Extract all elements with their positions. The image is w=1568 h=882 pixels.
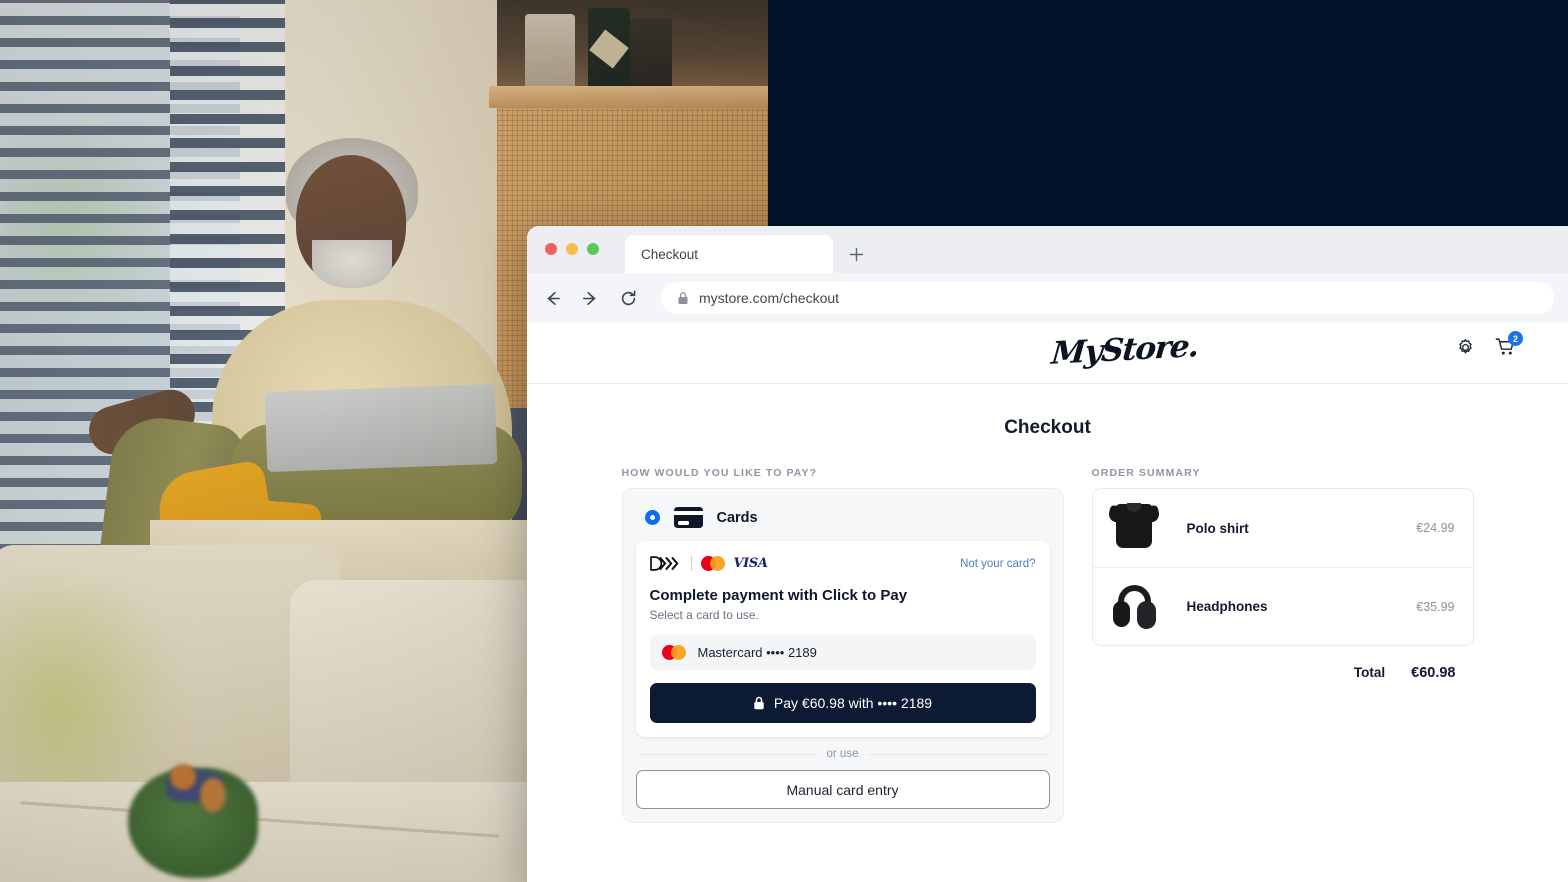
- table-row: Headphones €35.99: [1092, 567, 1473, 645]
- logo-divider: [690, 556, 692, 571]
- order-summary-label: ORDER SUMMARY: [1091, 467, 1201, 479]
- payment-method-cards[interactable]: Cards: [636, 502, 1050, 541]
- new-tab-button[interactable]: [833, 235, 879, 273]
- saved-card-label: Mastercard •••• 2189: [697, 645, 817, 660]
- order-total-row: Total €60.98: [1092, 665, 1474, 681]
- headphones-image: [1111, 581, 1157, 633]
- window-controls[interactable]: [545, 243, 599, 255]
- desktop-background: Checkout mystore.com/checkout MyStore. 2…: [0, 0, 1568, 882]
- close-window-button[interactable]: [545, 243, 557, 255]
- reload-icon[interactable]: [617, 287, 639, 309]
- cart-icon[interactable]: 2: [1495, 331, 1523, 362]
- lock-icon: [678, 292, 688, 304]
- saved-card-row[interactable]: Mastercard •••• 2189: [649, 635, 1036, 670]
- manual-card-entry-label: Manual card entry: [786, 781, 899, 798]
- item-price: €35.99: [1416, 599, 1455, 614]
- header-icon-group: 2: [1456, 331, 1523, 362]
- or-use-label: or use: [826, 748, 859, 760]
- page-content: MyStore. 2 Checkout HOW WOULD YOU LIKE T…: [527, 323, 1568, 882]
- cart-count-badge: 2: [1508, 331, 1523, 346]
- browser-url-bar: mystore.com/checkout: [527, 273, 1568, 323]
- mastercard-icon: [661, 645, 686, 660]
- brand-logo-row: VISA: [649, 556, 768, 571]
- payment-column: HOW WOULD YOU LIKE TO PAY? Cards VISA No…: [621, 467, 1064, 823]
- payment-section-label: HOW WOULD YOU LIKE TO PAY?: [621, 467, 818, 479]
- order-summary-column: ORDER SUMMARY Polo shirt €24.99 Headphon…: [1091, 467, 1474, 823]
- url-text: mystore.com/checkout: [699, 290, 840, 306]
- table-row: Polo shirt €24.99: [1093, 489, 1473, 567]
- pay-button-label: Pay €60.98 with •••• 2189: [773, 695, 933, 711]
- browser-window: Checkout mystore.com/checkout MyStore. 2…: [527, 226, 1568, 882]
- credit-card-icon: [673, 507, 703, 528]
- radio-cards-selected[interactable]: [644, 510, 660, 525]
- plus-icon: [849, 247, 863, 261]
- visa-icon: VISA: [733, 556, 768, 571]
- click-to-pay-title: Complete payment with Click to Pay: [649, 587, 908, 604]
- browser-tab-bar: Checkout: [527, 226, 1568, 273]
- not-your-card-link[interactable]: Not your card?: [960, 558, 1035, 570]
- click-to-pay-card: VISA Not your card? Complete payment wit…: [635, 541, 1050, 737]
- site-logo[interactable]: MyStore.: [1050, 328, 1199, 372]
- mastercard-icon: [700, 556, 725, 571]
- click-to-pay-header: VISA Not your card?: [649, 556, 1036, 571]
- payment-methods-panel: Cards VISA Not your card? Complete payme…: [621, 488, 1064, 823]
- site-header: MyStore. 2: [527, 323, 1568, 384]
- or-use-divider: or use: [637, 748, 1048, 760]
- checkout-columns: HOW WOULD YOU LIKE TO PAY? Cards VISA No…: [527, 467, 1568, 823]
- gear-icon[interactable]: [1456, 338, 1475, 362]
- order-summary-box: Polo shirt €24.99 Headphones €35.99: [1091, 488, 1474, 646]
- browser-tab-checkout[interactable]: Checkout: [625, 235, 833, 273]
- item-name: Headphones: [1186, 599, 1268, 614]
- item-name: Polo shirt: [1186, 520, 1249, 536]
- manual-card-entry-button[interactable]: Manual card entry: [635, 770, 1050, 809]
- forward-arrow-icon[interactable]: [579, 287, 601, 309]
- url-input[interactable]: mystore.com/checkout: [661, 282, 1554, 314]
- back-arrow-icon[interactable]: [541, 287, 563, 309]
- total-label: Total: [1353, 665, 1386, 680]
- item-price: €24.99: [1416, 521, 1455, 535]
- minimize-window-button[interactable]: [566, 243, 578, 255]
- tab-label: Checkout: [641, 246, 699, 262]
- maximize-window-button[interactable]: [587, 243, 599, 255]
- click-to-pay-icon: [649, 556, 682, 571]
- page-title: Checkout: [1004, 417, 1091, 438]
- payment-method-label: Cards: [716, 509, 758, 526]
- lock-icon: [754, 696, 764, 710]
- click-to-pay-subtitle: Select a card to use.: [649, 608, 759, 622]
- polo-shirt-image: [1111, 502, 1157, 554]
- pay-button[interactable]: Pay €60.98 with •••• 2189: [649, 683, 1036, 723]
- total-value: €60.98: [1411, 665, 1456, 681]
